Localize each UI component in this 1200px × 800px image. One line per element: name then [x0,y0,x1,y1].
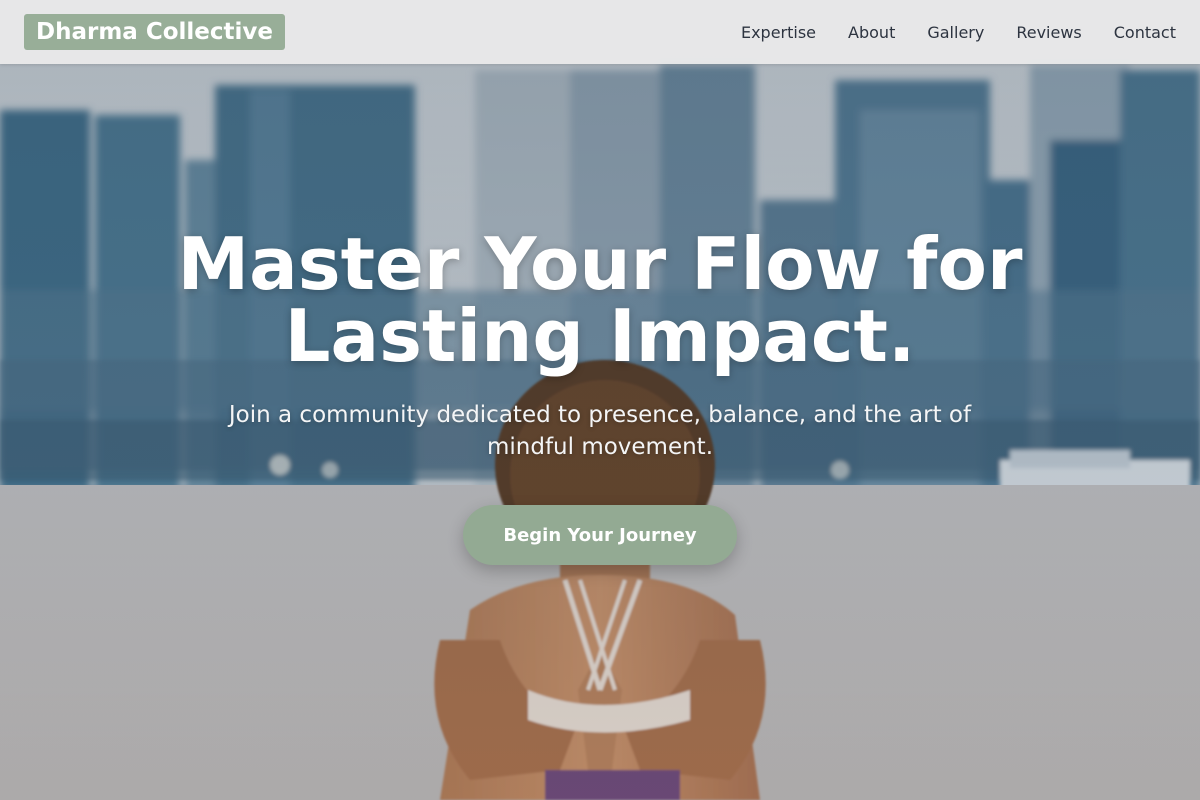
begin-journey-button[interactable]: Begin Your Journey [463,505,737,565]
hero-title: Master Your Flow for Lasting Impact. [177,222,1023,378]
hero-section: Master Your Flow for Lasting Impact. Joi… [0,228,1200,565]
nav-link-reviews[interactable]: Reviews [1016,23,1081,42]
brand-logo[interactable]: Dharma Collective [24,14,285,50]
nav-link-contact[interactable]: Contact [1114,23,1176,42]
hero-subtitle: Join a community dedicated to presence, … [228,402,972,460]
nav-link-gallery[interactable]: Gallery [927,23,984,42]
landing-page: Dharma Collective Expertise About Galler… [0,0,1200,800]
nav-link-expertise[interactable]: Expertise [741,23,816,42]
nav-link-about[interactable]: About [848,23,895,42]
top-navbar: Dharma Collective Expertise About Galler… [0,0,1200,64]
nav-links: Expertise About Gallery Reviews Contact [741,0,1176,64]
